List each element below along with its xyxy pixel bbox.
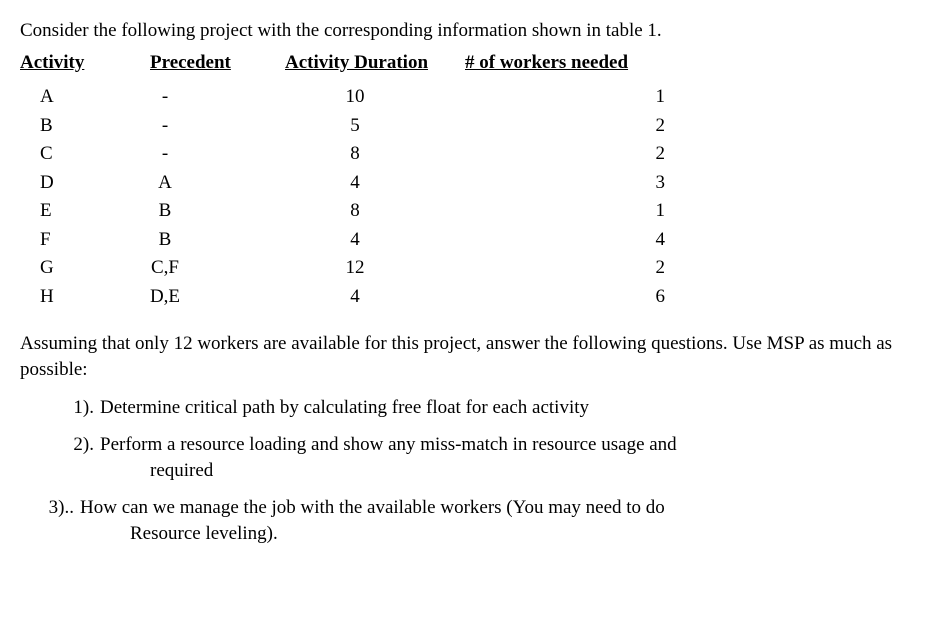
cell-duration: 5: [305, 112, 465, 141]
cell-duration: 4: [305, 226, 465, 255]
cell-workers: 3: [465, 169, 745, 198]
cell-workers: 1: [465, 197, 745, 226]
header-precedent: Precedent: [150, 52, 231, 73]
table-row: E B 8 1: [20, 197, 911, 226]
cell-precedent: -: [95, 112, 305, 141]
cell-precedent: A: [95, 169, 305, 198]
table-row: H D,E 4 6: [20, 283, 911, 312]
cell-workers: 4: [465, 226, 745, 255]
cell-duration: 4: [305, 169, 465, 198]
cell-precedent: B: [95, 197, 305, 226]
cell-workers: 2: [465, 112, 745, 141]
question-text: Determine critical path by calculating f…: [100, 397, 589, 418]
header-duration: Activity Duration: [285, 52, 428, 73]
question-subtext: required: [100, 458, 871, 484]
question-text: Perform a resource loading and show any …: [100, 434, 677, 455]
header-activity: Activity: [20, 52, 84, 73]
table-header-row: Activity Precedent Activity Duration # o…: [20, 50, 911, 76]
cell-duration: 8: [305, 140, 465, 169]
cell-activity: C: [20, 140, 95, 169]
cell-activity: F: [20, 226, 95, 255]
question-number: 1).: [20, 395, 100, 421]
cell-activity: A: [20, 83, 95, 112]
cell-precedent: -: [95, 140, 305, 169]
cell-duration: 12: [305, 254, 465, 283]
question-text: How can we manage the job with the avail…: [80, 497, 665, 518]
table-row: A - 10 1: [20, 83, 911, 112]
cell-workers: 6: [465, 283, 745, 312]
question-2: 2). Perform a resource loading and show …: [20, 432, 911, 483]
cell-activity: H: [20, 283, 95, 312]
cell-activity: E: [20, 197, 95, 226]
question-number: 3)..: [0, 495, 80, 546]
cell-workers: 2: [465, 254, 745, 283]
header-workers: # of workers needed: [465, 52, 628, 73]
question-3: 3).. How can we manage the job with the …: [0, 495, 911, 546]
cell-duration: 4: [305, 283, 465, 312]
question-subtext: Resource leveling).: [80, 521, 871, 547]
cell-duration: 10: [305, 83, 465, 112]
cell-activity: D: [20, 169, 95, 198]
table-body: A - 10 1 B - 5 2 C - 8 2 D A 4 3 E B 8 1…: [20, 83, 911, 311]
cell-workers: 1: [465, 83, 745, 112]
cell-duration: 8: [305, 197, 465, 226]
assumption-text: Assuming that only 12 workers are availa…: [20, 331, 911, 382]
table-row: B - 5 2: [20, 112, 911, 141]
cell-workers: 2: [465, 140, 745, 169]
table-row: C - 8 2: [20, 140, 911, 169]
cell-activity: G: [20, 254, 95, 283]
table-row: G C,F 12 2: [20, 254, 911, 283]
cell-precedent: C,F: [95, 254, 305, 283]
cell-activity: B: [20, 112, 95, 141]
question-1: 1). Determine critical path by calculati…: [20, 395, 911, 421]
cell-precedent: B: [95, 226, 305, 255]
table-row: F B 4 4: [20, 226, 911, 255]
table-row: D A 4 3: [20, 169, 911, 198]
cell-precedent: -: [95, 83, 305, 112]
cell-precedent: D,E: [95, 283, 305, 312]
question-number: 2).: [20, 432, 100, 483]
intro-text: Consider the following project with the …: [20, 18, 911, 44]
